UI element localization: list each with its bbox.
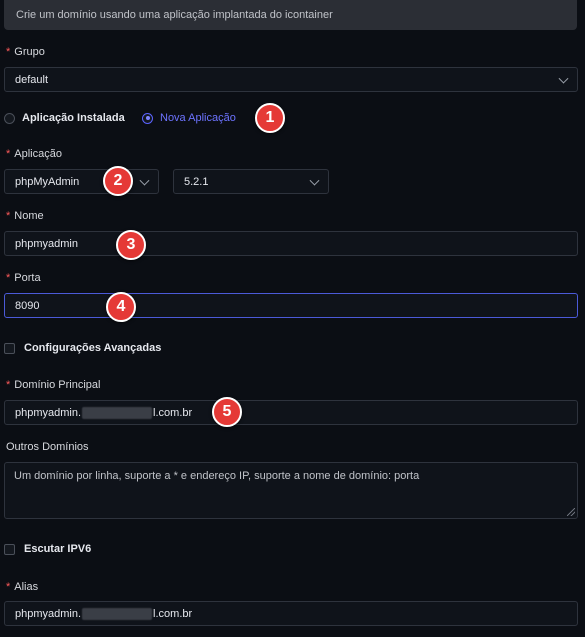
version-select[interactable]: 5.2.1 [173, 169, 329, 194]
nome-value: phpmyadmin [15, 237, 78, 250]
advanced-settings-label: Configurações Avançadas [24, 342, 162, 354]
outros-dominios-label: Outros Domínios [6, 441, 89, 453]
dominio-principal-input[interactable]: phpmyadmin. l.com.br [4, 400, 578, 425]
radio-installed-app[interactable]: Aplicação Instalada [4, 112, 125, 124]
version-value: 5.2.1 [184, 175, 209, 188]
annotation-badge-5: 5 [212, 397, 242, 427]
advanced-settings-checkbox[interactable]: Configurações Avançadas [4, 342, 161, 354]
info-banner-text: Crie um domínio usando uma aplicação imp… [16, 9, 333, 21]
grupo-value: default [15, 73, 49, 86]
required-asterisk: * [6, 581, 11, 593]
required-asterisk: * [6, 46, 11, 58]
porta-value: 8090 [15, 299, 40, 312]
nome-input[interactable]: phpmyadmin [4, 231, 578, 256]
checkbox-icon [4, 342, 15, 354]
alias-input[interactable]: phpmyadmin. l.com.br [4, 601, 578, 626]
app-select[interactable]: phpMyAdmin [4, 169, 159, 194]
aplicacao-label: * Aplicação [6, 148, 62, 160]
dominio-principal-label: * Domínio Principal [6, 379, 101, 391]
outros-dominios-placeholder: Um domínio por linha, suporte a * e ende… [14, 470, 420, 482]
radio-new-app[interactable]: Nova Aplicação [142, 112, 236, 124]
alias-suffix: l.com.br [153, 607, 193, 620]
alias-prefix: phpmyadmin. [15, 607, 82, 620]
annotation-badge-1: 1 [255, 103, 285, 133]
porta-input[interactable]: 8090 [4, 293, 578, 318]
required-asterisk: * [6, 272, 11, 284]
ipv6-checkbox[interactable]: Escutar IPV6 [4, 543, 91, 555]
grupo-select[interactable]: default [4, 67, 578, 92]
annotation-badge-2: 2 [103, 166, 133, 196]
nome-label: * Nome [6, 210, 44, 222]
resize-handle-icon[interactable] [567, 508, 575, 516]
required-asterisk: * [6, 210, 11, 222]
dominio-suffix: l.com.br [153, 406, 193, 419]
annotation-badge-4: 4 [106, 292, 136, 322]
radio-new-label: Nova Aplicação [160, 112, 236, 124]
annotation-badge-3: 3 [116, 230, 146, 260]
required-asterisk: * [6, 379, 11, 391]
info-banner: Crie um domínio usando uma aplicação imp… [4, 0, 577, 30]
app-value: phpMyAdmin [15, 175, 80, 188]
grupo-label: * Grupo [6, 46, 45, 58]
porta-label: * Porta [6, 272, 41, 284]
radio-installed-label: Aplicação Instalada [22, 112, 125, 124]
required-asterisk: * [6, 148, 11, 160]
radio-icon-off [4, 112, 15, 124]
redacted-block [82, 607, 153, 620]
alias-label: * Alias [6, 581, 39, 593]
radio-icon-on [142, 112, 153, 124]
chevron-down-icon [309, 175, 320, 186]
chevron-down-icon [558, 73, 569, 84]
redacted-block [82, 406, 153, 419]
ipv6-label: Escutar IPV6 [24, 543, 92, 555]
chevron-down-icon [139, 175, 150, 186]
checkbox-icon [4, 543, 15, 555]
dominio-prefix: phpmyadmin. [15, 406, 82, 419]
outros-dominios-textarea[interactable]: Um domínio por linha, suporte a * e ende… [4, 462, 578, 519]
